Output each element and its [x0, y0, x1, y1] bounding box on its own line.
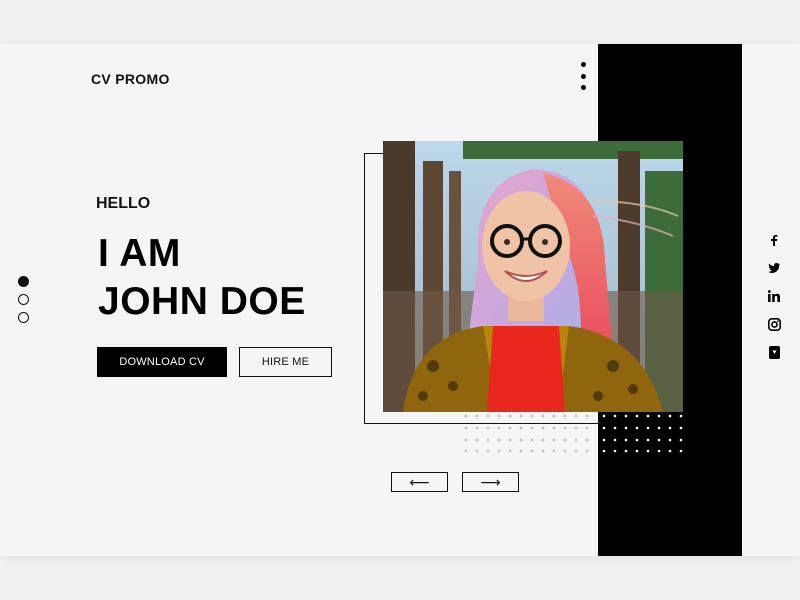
slide-dot-2[interactable] [18, 294, 29, 305]
vertical-dots-menu-icon[interactable] [578, 62, 588, 90]
hero-card: CV PROMO HELLO I AM JOHN DOE DOWNLOAD CV… [0, 44, 800, 556]
social-links [766, 232, 782, 360]
decorative-dots-pattern [464, 414, 683, 453]
prev-slide-button[interactable]: ⟵ [391, 472, 448, 492]
arrow-right-icon: ⟶ [480, 473, 501, 490]
next-slide-button[interactable]: ⟶ [462, 472, 519, 492]
youtube-icon[interactable] [766, 344, 782, 360]
twitter-icon[interactable] [766, 260, 782, 276]
portrait-photo [383, 141, 683, 412]
linkedin-icon[interactable] [766, 288, 782, 304]
headline-line-2: JOHN DOE [98, 280, 306, 323]
arrow-left-icon: ⟵ [409, 473, 430, 490]
brand-logo[interactable]: CV PROMO [91, 71, 170, 87]
facebook-icon[interactable] [766, 232, 782, 248]
hire-me-button[interactable]: HIRE ME [239, 347, 332, 377]
slide-indicator [18, 276, 29, 323]
hero-headline: I AM JOHN DOE [98, 230, 306, 326]
slide-dot-1[interactable] [18, 276, 29, 287]
menu-dot [580, 73, 586, 79]
slide-dot-3[interactable] [18, 312, 29, 323]
download-cv-button[interactable]: DOWNLOAD CV [97, 347, 227, 377]
instagram-icon[interactable] [766, 316, 782, 332]
menu-dot [580, 62, 586, 67]
greeting-text: HELLO [96, 195, 151, 212]
headline-line-1: I AM [98, 232, 181, 275]
menu-dot [580, 85, 586, 90]
